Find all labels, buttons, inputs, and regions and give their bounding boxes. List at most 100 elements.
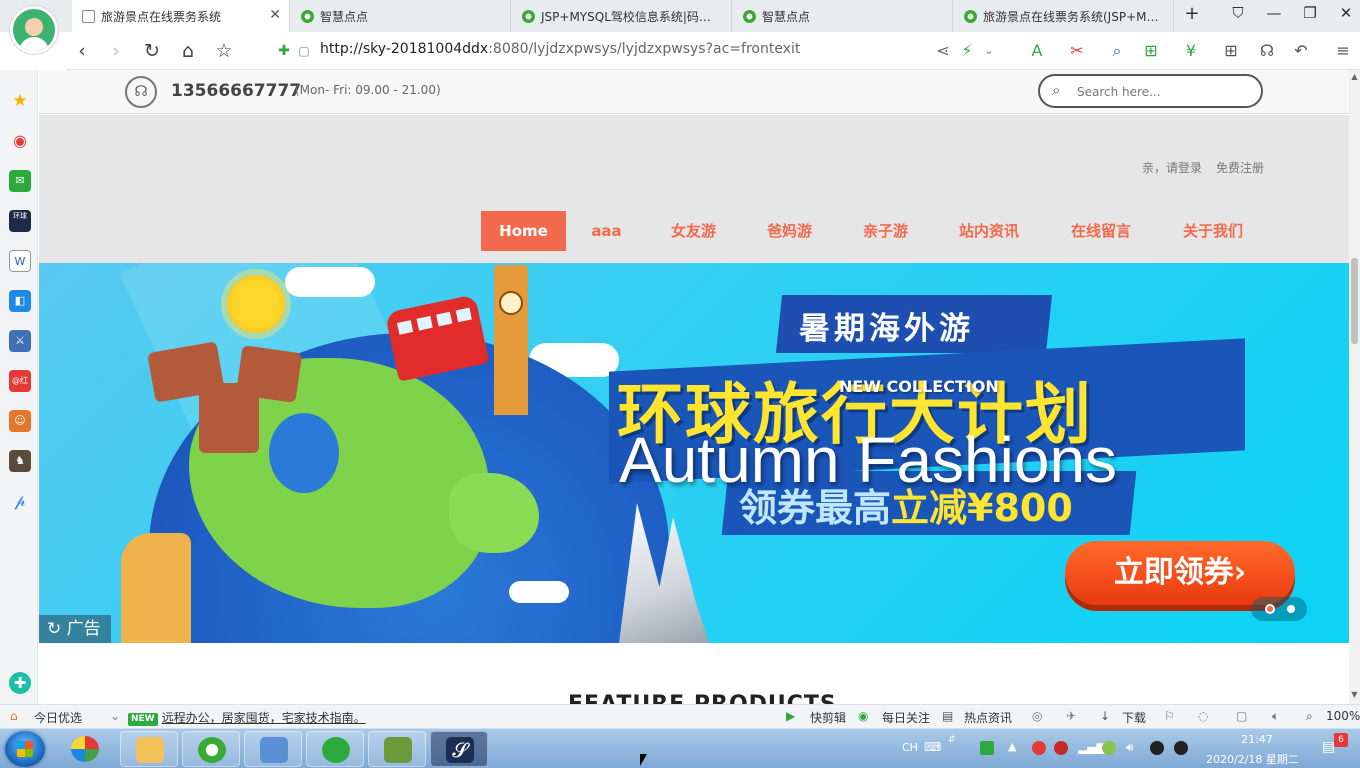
battery-icon[interactable]: [980, 741, 994, 755]
qq-icon[interactable]: [1150, 741, 1164, 755]
new-tab-button[interactable]: +: [1180, 3, 1204, 24]
restore-button[interactable]: ❐: [1298, 4, 1322, 22]
mail-icon[interactable]: ✉: [9, 170, 31, 192]
tab-zhihui-diandian[interactable]: 智慧点点: [291, 0, 511, 32]
hot-news-link[interactable]: 热点资讯: [964, 709, 1012, 726]
taskbar-explorer[interactable]: [120, 731, 178, 767]
chevron-down-icon[interactable]: ⌄: [110, 709, 120, 723]
taskbar-s-app[interactable]: 𝓢: [430, 731, 488, 767]
undo-icon[interactable]: ↶: [1290, 40, 1312, 62]
back-icon[interactable]: ‹: [70, 40, 94, 62]
red-app-icon[interactable]: @红: [9, 370, 31, 392]
game-app-2-icon[interactable]: ☺: [9, 410, 31, 432]
news-ticker[interactable]: NEW 远程办公，居家囤货，宅家技术指南。: [128, 709, 366, 726]
nav-aaa[interactable]: aaa: [584, 211, 629, 251]
nav-messages[interactable]: 在线留言: [1061, 211, 1141, 251]
menu-icon[interactable]: ≡: [1332, 40, 1354, 62]
download-icon[interactable]: ↓: [1100, 709, 1110, 723]
minimize-button[interactable]: —: [1262, 4, 1286, 22]
search-tool-icon[interactable]: ⌕: [1106, 40, 1128, 62]
volume-icon[interactable]: 🔊︎: [1126, 740, 1134, 755]
page-info-icon[interactable]: ▢: [292, 40, 316, 62]
tab-driving-school-system[interactable]: JSP+MYSQL驾校信息系统|码…: [512, 0, 732, 32]
chat-app-icon[interactable]: ◧: [9, 290, 31, 312]
flag-icon[interactable]: ⚐: [1164, 709, 1175, 723]
game-app-icon[interactable]: ⚔: [9, 330, 31, 352]
refresh-icon[interactable]: ↻: [140, 40, 164, 62]
antivirus-icon[interactable]: [1032, 741, 1046, 755]
keyboard-icon[interactable]: ⌨: [924, 740, 941, 754]
nav-site-news[interactable]: 站内资讯: [949, 211, 1029, 251]
taskbar-dolphin[interactable]: [244, 731, 302, 767]
start-button[interactable]: [5, 731, 45, 767]
taskbar-app-colors[interactable]: [56, 731, 114, 767]
sound-icon[interactable]: 🔈︎: [1272, 709, 1279, 724]
tab-travel-ticket-system[interactable]: 旅游景点在线票务系统 ✕: [72, 0, 290, 32]
slide-dot[interactable]: [1287, 605, 1295, 613]
input-language[interactable]: CH: [902, 741, 918, 754]
tool-icon[interactable]: ✈: [1066, 709, 1076, 723]
scroll-thumb[interactable]: [1351, 258, 1358, 344]
share-icon[interactable]: ⋖: [932, 40, 954, 62]
nav-parents-tour[interactable]: 爸妈游: [757, 211, 822, 251]
slide-dot-active[interactable]: [1265, 604, 1275, 614]
headphones-icon[interactable]: ☊: [1256, 40, 1278, 62]
download-link[interactable]: 下载: [1122, 709, 1146, 726]
claim-coupon-button[interactable]: 立即领券›: [1065, 541, 1295, 605]
ime-mode-icon[interactable]: ⇵: [948, 735, 956, 745]
url-field[interactable]: http://sky-20181004ddx:8080/lyjdzxpwsys/…: [320, 41, 800, 57]
hero-banner[interactable]: ↻ 广告 暑期海外游 环球旅行大计划 领券最高立减¥800 立即领券› NEW …: [39, 263, 1349, 643]
daily-follow-link[interactable]: 每日关注: [882, 709, 930, 726]
wallet-icon[interactable]: ¥: [1180, 40, 1202, 62]
tab-list-icon[interactable]: ⛉: [1226, 4, 1250, 22]
taskbar-editor[interactable]: [368, 731, 426, 767]
speed-mode-icon[interactable]: ⚡: [956, 40, 978, 62]
window-icon[interactable]: ▢: [1236, 709, 1247, 723]
word-doc-icon[interactable]: W: [9, 250, 31, 272]
weibo-icon[interactable]: ◉: [9, 130, 31, 152]
game-app-3-icon[interactable]: ♞: [9, 450, 31, 472]
p-app-icon[interactable]: 𝓅: [9, 490, 31, 512]
close-tab-icon[interactable]: ✕: [269, 7, 281, 23]
taskbar-wechat[interactable]: [306, 731, 364, 767]
user-avatar[interactable]: [10, 6, 58, 54]
apps-grid-icon[interactable]: ⊞: [1220, 40, 1242, 62]
quick-clip-link[interactable]: 快剪辑: [810, 709, 846, 726]
gamepad-icon[interactable]: ⊞: [1140, 40, 1162, 62]
nav-home[interactable]: Home: [481, 211, 566, 251]
close-window-button[interactable]: ✕: [1334, 4, 1358, 22]
qq-icon-2[interactable]: [1174, 741, 1188, 755]
tab-travel-ticket-system-2[interactable]: 旅游景点在线票务系统(JSP+M…: [954, 0, 1174, 32]
news-app-icon[interactable]: 环球: [9, 210, 31, 232]
scroll-down-icon[interactable]: ▼: [1349, 690, 1360, 699]
register-link[interactable]: 免费注册: [1216, 159, 1264, 176]
forward-icon[interactable]: ›: [104, 40, 128, 62]
login-link[interactable]: 亲，请登录: [1142, 159, 1202, 176]
page-scrollbar[interactable]: ▲ ▼: [1349, 70, 1360, 704]
clock-time[interactable]: 21:47: [1240, 733, 1274, 746]
home-icon[interactable]: ⌂: [176, 40, 200, 62]
plus-app-icon[interactable]: [1102, 741, 1116, 755]
show-hidden-icons[interactable]: ▲: [1008, 740, 1016, 753]
chevron-down-icon[interactable]: ⌄: [978, 40, 1000, 62]
nav-girlfriend-tour[interactable]: 女友游: [661, 211, 726, 251]
accelerate-icon[interactable]: ◎: [1032, 709, 1042, 723]
today-pick-link[interactable]: 今日优选: [34, 709, 82, 726]
add-app-icon[interactable]: ✚: [9, 672, 31, 694]
nav-family-tour[interactable]: 亲子游: [853, 211, 918, 251]
nav-about-us[interactable]: 关于我们: [1173, 211, 1253, 251]
taskbar-browser[interactable]: [182, 731, 240, 767]
zoom-level[interactable]: 100%: [1326, 709, 1360, 723]
browser-icon[interactable]: ◌: [1198, 709, 1208, 723]
clock-date[interactable]: 2020/2/18 星期二: [1206, 751, 1299, 767]
scroll-up-icon[interactable]: ▲: [1349, 72, 1360, 81]
tab-zhihui-diandian-2[interactable]: 智慧点点: [733, 0, 953, 32]
search-input[interactable]: [1077, 83, 1252, 101]
favorites-star-icon[interactable]: ★: [9, 90, 31, 112]
search-icon[interactable]: ⌕: [1052, 81, 1060, 99]
zoom-icon[interactable]: ⌕: [1306, 709, 1313, 724]
bookmark-star-icon[interactable]: ☆: [212, 40, 236, 62]
security-app-icon[interactable]: [1054, 741, 1068, 755]
scissors-icon[interactable]: ✂: [1066, 40, 1088, 62]
translate-icon[interactable]: A: [1026, 40, 1048, 62]
